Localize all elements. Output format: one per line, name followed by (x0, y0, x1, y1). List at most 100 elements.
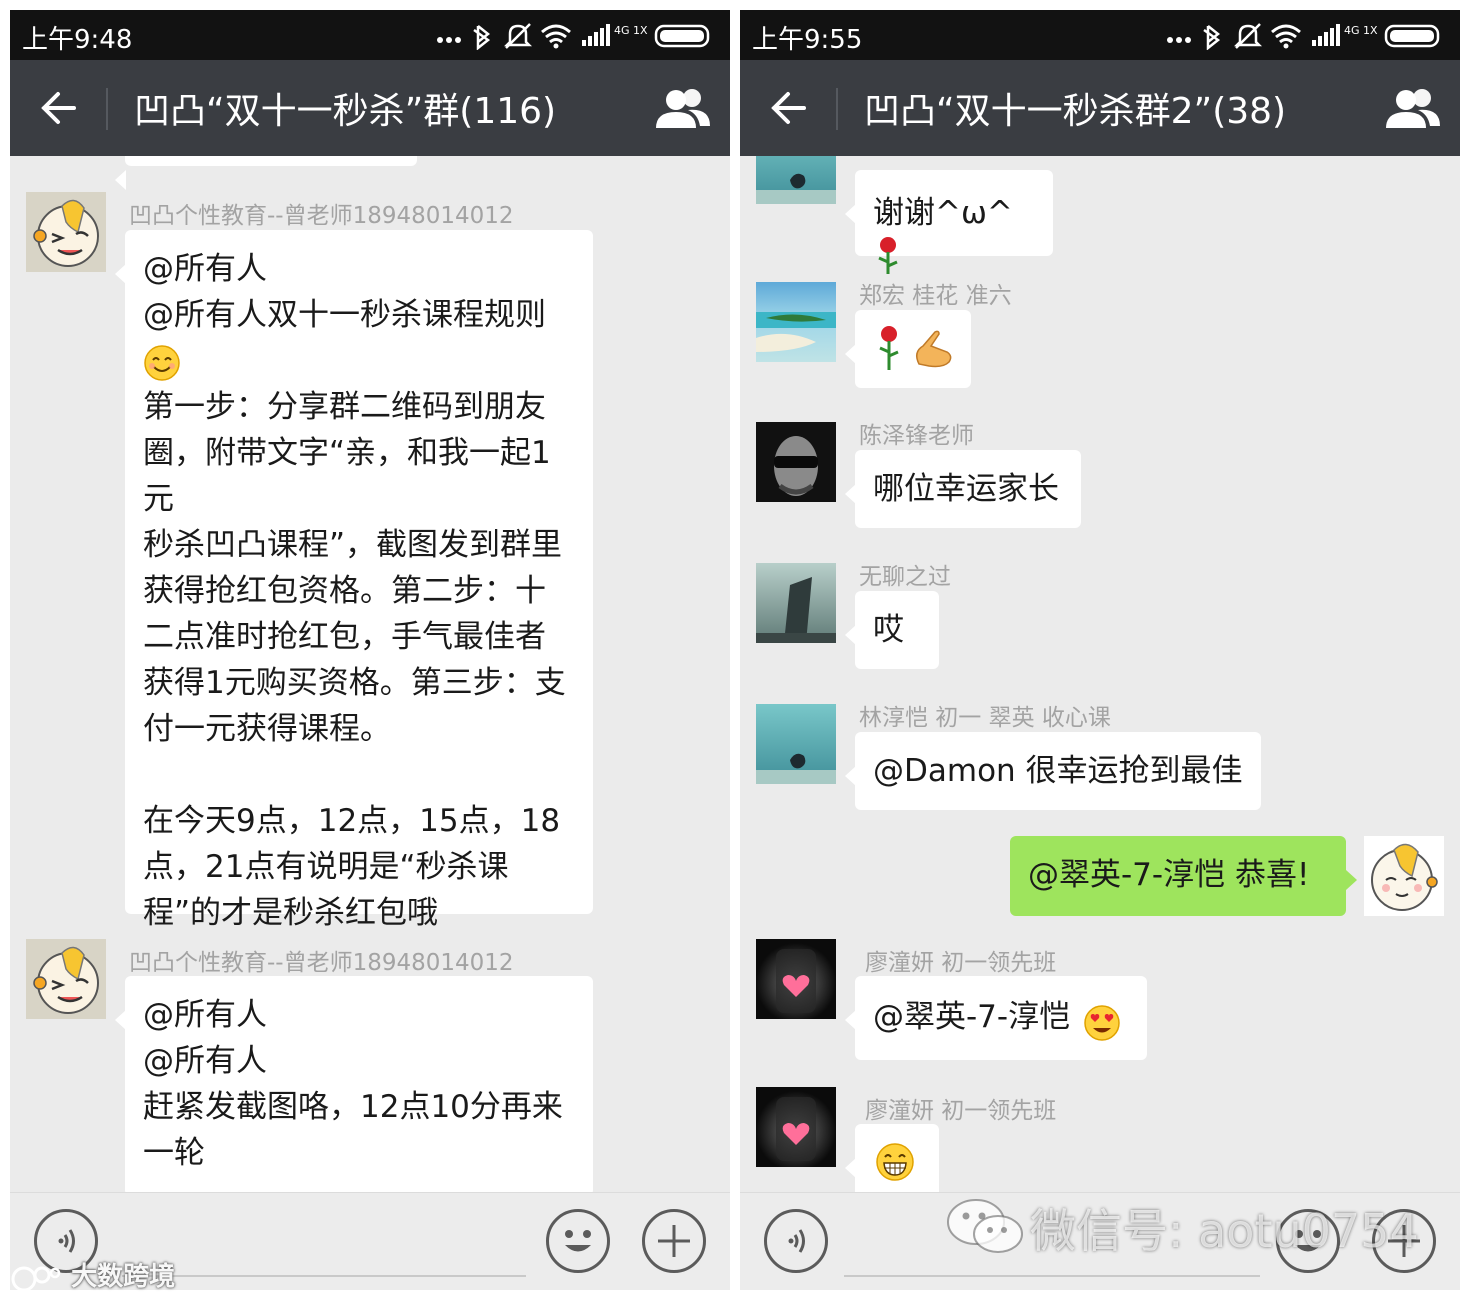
left-chat-screen: 上午9:48 4G 1X 凹凸“双十一秒杀”群(116) 凹凸个性教育--曾老师… (10, 10, 730, 1290)
message-line: 圈，附带文字“亲，和我一起1元 (143, 435, 551, 517)
avatar[interactable] (756, 1087, 836, 1167)
status-time: 上午9:55 (752, 25, 863, 55)
mute-icon (1233, 23, 1263, 49)
bluetooth-icon (473, 25, 491, 50)
message-line: 点，21点有说明是“秒杀课 (143, 849, 509, 885)
voice-button[interactable] (764, 1209, 828, 1273)
message-line: 第一步：分享群二维码到朋友 (143, 389, 546, 425)
sender-name: 廖潼妍 初一领先班 (865, 950, 1057, 976)
mute-icon (503, 23, 533, 49)
message-input[interactable] (122, 1275, 526, 1277)
sender-name: 林淳恺 初一 翠英 收心课 (859, 705, 1111, 731)
message-bubble[interactable]: 哪位幸运家长 (845, 450, 1081, 528)
message-line: 二点准时抢红包，手气最佳者 (143, 619, 546, 655)
smile-emoji-icon (143, 338, 575, 384)
message-text: @翠英-7-淳恺 恭喜! (1028, 857, 1310, 893)
message-line: 付一元获得课程。 (143, 711, 391, 747)
signal-icon (582, 24, 610, 46)
back-arrow-icon[interactable] (762, 82, 818, 134)
sender-name: 凹凸个性教育--曾老师18948014012 (129, 203, 514, 229)
sender-name: 陈泽锋老师 (859, 423, 974, 449)
message-line: 一轮 (143, 1135, 205, 1171)
message-bubble[interactable]: 哎 (845, 591, 939, 669)
message-text: 哪位幸运家长 (873, 471, 1059, 507)
status-icons: 4G 1X (437, 23, 710, 50)
status-bar: 上午9:48 4G 1X (10, 10, 730, 60)
message-line: @所有人双十一秒杀课程规则 (143, 297, 546, 333)
wifi-icon (541, 24, 571, 44)
sender-name: 凹凸个性教育--曾老师18948014012 (129, 950, 514, 976)
message-line: 获得1元购买资格。第三步：支 (143, 665, 566, 701)
plus-icon (658, 1225, 690, 1257)
wechat-logo-icon (947, 1199, 1023, 1253)
emoji-button[interactable] (546, 1209, 610, 1273)
group-members-icon[interactable] (1384, 86, 1442, 132)
svg-text:4G 1X: 4G 1X (614, 24, 648, 37)
chat-area: 凹凸个性教育--曾老师18948014012 @所有人 @所有人双十一秒杀课程规… (10, 156, 730, 1192)
message-bubble[interactable]: 谢谢^ω^ (845, 170, 1053, 274)
bluetooth-icon (1203, 25, 1221, 50)
group-members-icon[interactable] (654, 86, 712, 132)
title-divider (836, 88, 838, 130)
message-line: 在今天9点，12点，15点，18 (143, 803, 561, 839)
previous-message-bubble (115, 156, 417, 190)
avatar[interactable] (756, 563, 836, 643)
avatar[interactable] (756, 282, 836, 362)
rose-emoji-icon (878, 237, 898, 274)
back-arrow-icon[interactable] (32, 82, 88, 134)
rose-and-ok-hand-emoji-icon (879, 326, 952, 370)
wifi-icon (1271, 24, 1301, 44)
heart-eyes-emoji-icon (1084, 1004, 1120, 1041)
message-line: @所有人 (143, 1043, 267, 1079)
message-bubble[interactable]: @所有人 @所有人双十一秒杀课程规则 第一步：分享群二维码到朋友 圈，附带文字“… (115, 230, 593, 931)
avatar[interactable] (756, 422, 836, 502)
sender-name: 郑宏 桂花 准六 (859, 283, 1012, 309)
bigdata-logo-icon (11, 1266, 61, 1291)
self-message-bubble[interactable]: @翠英-7-淳恺 恭喜! (1010, 836, 1357, 916)
plus-button[interactable] (642, 1209, 706, 1273)
message-text: @Damon 很幸运抢到最佳 (873, 753, 1243, 789)
message-text: 谢谢^ω^ (873, 195, 1013, 231)
sender-name: 廖潼妍 初一领先班 (865, 1098, 1057, 1124)
title-bar: 凹凸“双十一秒杀”群(116) (10, 60, 730, 156)
avatar[interactable] (26, 192, 106, 272)
chat-title: 凹凸“双十一秒杀群2”(38) (864, 91, 1287, 132)
message-line: @所有人 (143, 997, 267, 1033)
avatar[interactable] (756, 156, 836, 204)
battery-icon (1384, 24, 1440, 48)
grin-emoji-icon (876, 1143, 914, 1181)
status-bar: 上午9:55 4G 1X (740, 10, 1460, 60)
voice-icon (788, 1229, 805, 1253)
message-bubble[interactable]: @Damon 很幸运抢到最佳 (845, 732, 1261, 810)
avatar[interactable] (26, 939, 106, 1019)
avatar[interactable] (756, 939, 836, 1019)
signal-icon (1312, 24, 1340, 46)
avatar[interactable] (756, 704, 836, 784)
chat-title: 凹凸“双十一秒杀”群(116) (134, 91, 557, 132)
emoji-icon (565, 1230, 591, 1252)
message-input[interactable] (844, 1275, 1260, 1277)
message-line: 秒杀凹凸课程”，截图发到群里 (143, 527, 563, 563)
right-chat-screen: 上午9:55 4G 1X 凹凸“双十一秒杀群2”(38) 谢谢^ω^ 郑宏 桂花… (740, 10, 1460, 1290)
message-bubble[interactable] (845, 1124, 939, 1192)
chat-area: 谢谢^ω^ 郑宏 桂花 准六 陈泽锋老师 哪位幸运家长 无聊之过 哎 林淳恺 初… (740, 156, 1460, 1192)
status-icons: 4G 1X (1167, 23, 1440, 50)
message-line: @所有人 (143, 251, 267, 287)
message-line: 获得抢红包资格。第二步：十 (143, 573, 546, 609)
status-time: 上午9:48 (22, 25, 133, 55)
self-avatar[interactable] (1364, 836, 1444, 916)
message-bubble[interactable]: @所有人 @所有人 赶紧发截图咯，12点10分再来 一轮 (115, 976, 593, 1192)
sender-name: 无聊之过 (859, 564, 951, 590)
watermark-left-text: 大数跨境 (71, 1262, 176, 1292)
message-line: 程”的才是秒杀红包哦 (143, 895, 439, 931)
svg-text:4G 1X: 4G 1X (1344, 24, 1378, 37)
message-bubble[interactable]: @翠英-7-淳恺 (845, 976, 1147, 1060)
message-text: @翠英-7-淳恺 (873, 999, 1071, 1035)
message-text: 哎 (873, 612, 904, 648)
title-bar: 凹凸“双十一秒杀群2”(38) (740, 60, 1460, 156)
watermark-left: 大数跨境 (10, 1256, 175, 1293)
message-line: 赶紧发截图咯，12点10分再来 (143, 1089, 563, 1125)
battery-icon (654, 24, 710, 48)
message-bubble[interactable] (845, 310, 971, 388)
